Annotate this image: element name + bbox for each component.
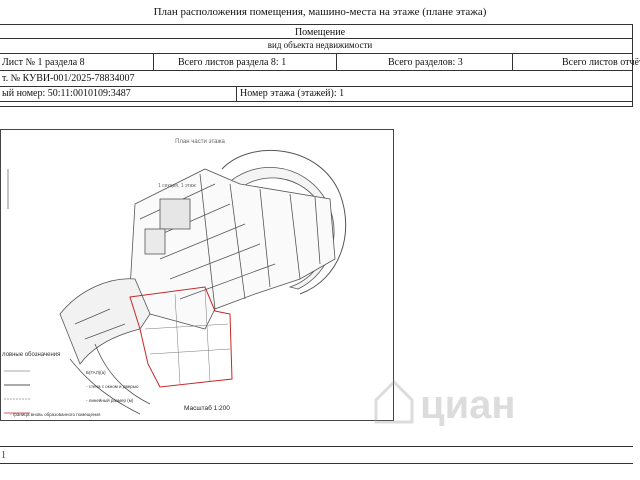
row-line-5: [0, 106, 633, 107]
watermark-text: циан: [420, 383, 516, 427]
bottom-line-1: [0, 446, 633, 447]
row-line-3: [0, 86, 633, 87]
legend-title: ловные обозначения: [2, 352, 60, 358]
scale-label: Масштаб 1:200: [184, 404, 230, 412]
cell-divider-3: [512, 53, 513, 70]
cell-divider-4: [236, 86, 237, 101]
legend-item-3: - линейный размер (м): [86, 397, 134, 403]
floor-plan-drawing: План части этажа 1 секция, 1 этаж ловные…: [0, 129, 394, 421]
document-heading: План расположения помещения, машино-мест…: [153, 6, 487, 18]
floor-number: Номер этажа (этажей): 1: [240, 88, 345, 99]
object-type-caption: вид объекта недвижимости: [267, 40, 373, 50]
cell-divider-1: [153, 53, 154, 70]
cell-divider-2: [336, 53, 337, 70]
section-note: 1 секция, 1 этаж: [158, 183, 196, 189]
footer-mark: 1: [1, 450, 6, 461]
sections-total: Всего разделов: 3: [388, 57, 463, 68]
legend-item-4: - граница вновь образованного помещения: [10, 412, 101, 417]
row-line-4: [0, 101, 633, 102]
house-icon: циан: [374, 379, 516, 427]
cadastral-number: ый номер: 50:11:0010109:3487: [2, 88, 131, 99]
legend-item-2: - стена с окном и дверью: [86, 384, 139, 389]
cian-watermark: циан: [372, 360, 572, 430]
row-line-1: [0, 53, 633, 54]
sheet-number: Лист № 1 раздела 8: [2, 57, 85, 68]
extract-number: т. № КУВИ-001/2025-78834007: [2, 73, 135, 84]
sheets-in-section: Всего листов раздела 8: 1: [178, 57, 287, 68]
table-top-line: [0, 24, 633, 25]
plan-title: План части этажа: [175, 139, 225, 145]
legend-item-1: Б(ГАЛ)(а): [86, 370, 106, 375]
row-line-2: [0, 70, 633, 71]
bottom-line-2: [0, 463, 633, 464]
sheets-total: Всего листов отчёта: [562, 57, 640, 68]
